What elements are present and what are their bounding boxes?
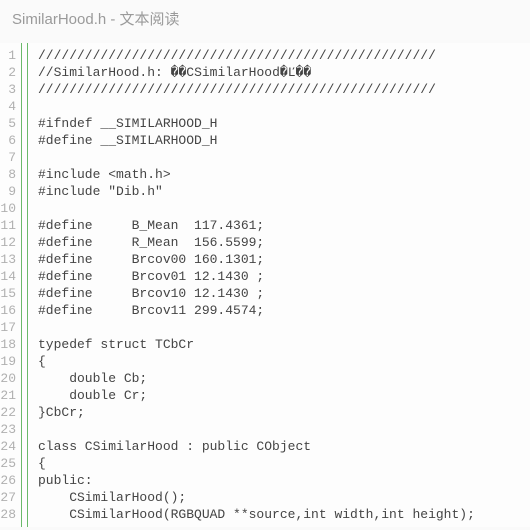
line-number: 25: [0, 455, 21, 472]
line-number: 16: [0, 302, 21, 319]
code-line: CSimilarHood();: [38, 489, 475, 506]
line-number: 14: [0, 268, 21, 285]
code-line: [38, 149, 475, 166]
line-number: 7: [0, 149, 21, 166]
code-line: #ifndef __SIMILARHOOD_H: [38, 115, 475, 132]
code-line: ////////////////////////////////////////…: [38, 81, 475, 98]
code-line: #define __SIMILARHOOD_H: [38, 132, 475, 149]
line-number: 6: [0, 132, 21, 149]
code-line: {: [38, 455, 475, 472]
code-content: ////////////////////////////////////////…: [28, 43, 475, 527]
line-number: 27: [0, 489, 21, 506]
line-number: 28: [0, 506, 21, 523]
code-line: [38, 200, 475, 217]
line-number: 3: [0, 81, 21, 98]
code-line: class CSimilarHood : public CObject: [38, 438, 475, 455]
code-line: #define Brcov11 299.4574;: [38, 302, 475, 319]
code-line: }CbCr;: [38, 404, 475, 421]
line-number: 12: [0, 234, 21, 251]
line-number: 1: [0, 47, 21, 64]
line-number: 15: [0, 285, 21, 302]
code-line: [38, 98, 475, 115]
line-number: 10: [0, 200, 21, 217]
code-line: #include "Dib.h": [38, 183, 475, 200]
code-line: //SimilarHood.h: ��CSimilarHood�Ľ��: [38, 64, 475, 81]
line-number-gutter: 1234567891011121314151617181920212223242…: [0, 43, 22, 527]
line-number: 22: [0, 404, 21, 421]
line-number: 20: [0, 370, 21, 387]
code-viewer: 1234567891011121314151617181920212223242…: [0, 43, 530, 527]
line-number: 5: [0, 115, 21, 132]
line-number: 9: [0, 183, 21, 200]
line-number: 19: [0, 353, 21, 370]
code-line: #define Brcov00 160.1301;: [38, 251, 475, 268]
code-line: typedef struct TCbCr: [38, 336, 475, 353]
code-line: CSimilarHood(RGBQUAD **source,int width,…: [38, 506, 475, 523]
window-title: SimilarHood.h - 文本阅读: [0, 0, 530, 43]
line-number: 17: [0, 319, 21, 336]
code-line: #define Brcov10 12.1430 ;: [38, 285, 475, 302]
line-number: 2: [0, 64, 21, 81]
code-line: public:: [38, 472, 475, 489]
code-line: #define Brcov01 12.1430 ;: [38, 268, 475, 285]
code-line: double Cr;: [38, 387, 475, 404]
code-line: ////////////////////////////////////////…: [38, 47, 475, 64]
line-number: 21: [0, 387, 21, 404]
line-number: 13: [0, 251, 21, 268]
code-line: double Cb;: [38, 370, 475, 387]
code-line: {: [38, 353, 475, 370]
line-number: 23: [0, 421, 21, 438]
code-line: #define R_Mean 156.5599;: [38, 234, 475, 251]
code-line: [38, 319, 475, 336]
code-line: #include <math.h>: [38, 166, 475, 183]
line-number: 8: [0, 166, 21, 183]
line-number: 18: [0, 336, 21, 353]
code-line: [38, 421, 475, 438]
line-number: 11: [0, 217, 21, 234]
line-number: 24: [0, 438, 21, 455]
line-number: 26: [0, 472, 21, 489]
code-line: #define B_Mean 117.4361;: [38, 217, 475, 234]
line-number: 4: [0, 98, 21, 115]
